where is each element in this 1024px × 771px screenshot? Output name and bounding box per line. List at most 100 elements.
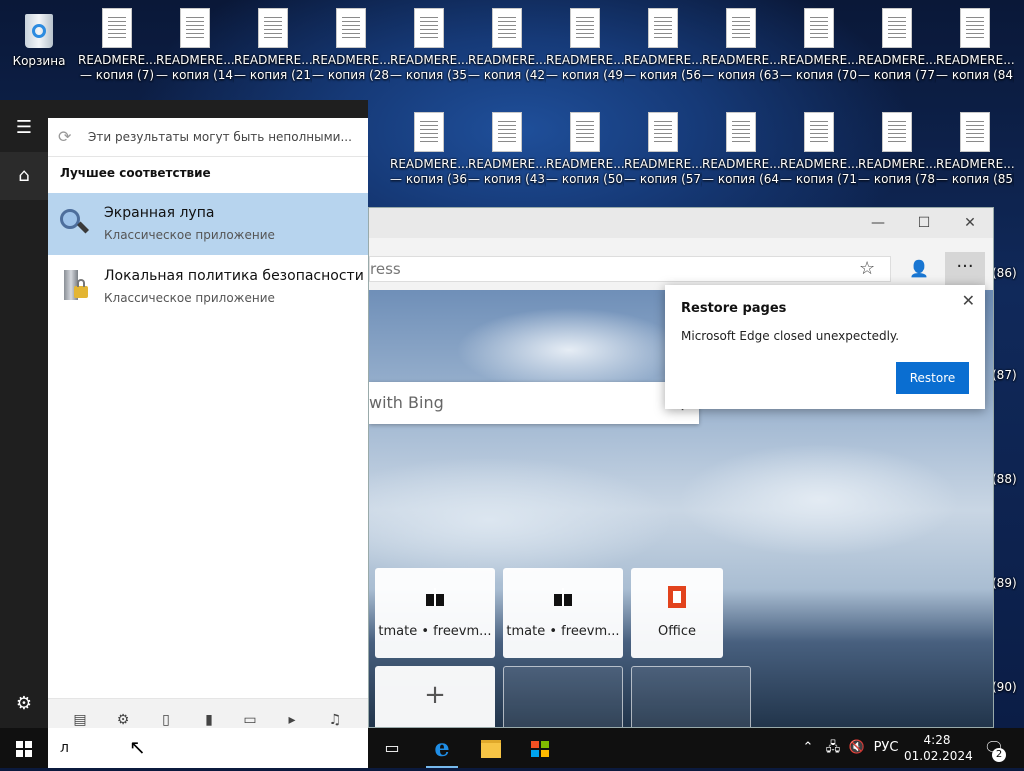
text-file-icon: [492, 8, 522, 48]
desktop-file-icon[interactable]: READMERE... — копия (49): [546, 8, 624, 83]
quick-link-tile-office[interactable]: Office: [631, 568, 723, 658]
desktop-file-icon[interactable]: READMERE... — копия (7): [78, 8, 156, 83]
quick-link-tile[interactable]: tmate • freevm...: [375, 568, 495, 658]
file-copy-label: — копия (36): [390, 172, 468, 186]
file-copy-label: — копия (63): [702, 68, 780, 82]
taskbar-search-box[interactable]: л ↖: [48, 728, 368, 768]
empty-tile: [631, 666, 751, 727]
file-name: READMERE...: [312, 53, 390, 67]
file-copy-label: — копия (57): [624, 172, 702, 186]
address-bar[interactable]: ress: [369, 256, 891, 282]
quick-link-label: tmate • freevm...: [378, 624, 492, 639]
desktop-file-icon[interactable]: READMERE... — копия (57): [624, 112, 702, 187]
desktop-file-icon[interactable]: READMERE... — копия (78): [858, 112, 936, 187]
volume-muted-icon[interactable]: 🔇: [846, 728, 868, 768]
file-name: READMERE...: [234, 53, 312, 67]
desktop-file-icon-partial[interactable]: (89): [992, 576, 1024, 591]
file-copy-label: — копия (49): [546, 68, 624, 82]
home-icon[interactable]: ⌂: [0, 152, 48, 200]
edge-titlebar[interactable]: — ☐ ✕: [369, 208, 993, 238]
bing-search-placeholder: with Bing: [369, 393, 444, 412]
taskbar: л ↖ ▭ e ⌃ 🖧 🔇 РУС 4:28 01.02.2024 🗨 2: [0, 728, 1024, 768]
file-copy-label: — копия (35): [390, 68, 468, 82]
text-file-icon: [804, 112, 834, 152]
desktop-file-icon[interactable]: READMERE... — копия (64): [702, 112, 780, 187]
text-file-icon: [726, 112, 756, 152]
file-explorer-button[interactable]: [467, 728, 515, 768]
plus-icon: +: [424, 680, 446, 710]
desktop-file-icon[interactable]: READMERE... — копия (50): [546, 112, 624, 187]
desktop-file-icon[interactable]: READMERE... — копия (63): [702, 8, 780, 83]
text-file-icon: [414, 112, 444, 152]
result-item-security-policy[interactable]: Локальная политика безопасности Классиче…: [48, 256, 368, 318]
desktop-file-icon[interactable]: READMERE... — копия (85): [936, 112, 1014, 187]
profile-icon[interactable]: 👤: [907, 256, 931, 282]
desktop-file-icon[interactable]: READMERE... — копия (84): [936, 8, 1014, 83]
result-type: Классическое приложение: [104, 228, 275, 242]
clock[interactable]: 4:28 01.02.2024: [904, 732, 973, 764]
minimize-button[interactable]: —: [855, 208, 901, 238]
desktop-file-icon-partial[interactable]: (88): [992, 472, 1024, 487]
hamburger-menu-icon[interactable]: ☰: [0, 104, 48, 152]
more-options-button[interactable]: ···: [945, 252, 985, 286]
edge-taskbar-button[interactable]: e: [418, 728, 466, 768]
file-copy-label: — копия (14): [156, 68, 234, 82]
file-name: READMERE...: [936, 157, 1014, 171]
desktop-file-icon[interactable]: READMERE... — копия (21): [234, 8, 312, 83]
file-copy-label: — копия (77): [858, 68, 936, 82]
store-button[interactable]: [516, 728, 564, 768]
desktop-file-icon[interactable]: READMERE... — копия (42): [468, 8, 546, 83]
task-view-button[interactable]: ▭: [368, 728, 416, 768]
desktop-file-icon[interactable]: READMERE... — копия (56): [624, 8, 702, 83]
maximize-button[interactable]: ☐: [901, 208, 947, 238]
file-name: READMERE...: [78, 53, 156, 67]
desktop-file-icon[interactable]: READMERE... — копия (77): [858, 8, 936, 83]
security-policy-app-icon: [60, 270, 90, 302]
best-match-heading: Лучшее соответствие: [60, 166, 211, 180]
start-rail: ☰ ⌂ ⚙: [0, 100, 48, 728]
desktop-file-icon[interactable]: READMERE... — копия (71): [780, 112, 858, 187]
recycle-bin-icon[interactable]: Корзина: [0, 8, 78, 69]
text-file-icon: [726, 8, 756, 48]
desktop-file-icon[interactable]: READMERE... — копия (70): [780, 8, 858, 83]
settings-gear-icon[interactable]: ⚙: [0, 680, 48, 728]
network-icon[interactable]: 🖧: [822, 728, 844, 768]
result-name: Локальная политика безопасности: [104, 268, 364, 284]
file-name: READMERE...: [156, 53, 234, 67]
text-file-icon: [414, 8, 444, 48]
quick-link-label: tmate • freevm...: [506, 624, 620, 639]
close-window-button[interactable]: ✕: [947, 208, 993, 238]
text-file-icon: [180, 8, 210, 48]
text-file-icon: [648, 8, 678, 48]
restore-button[interactable]: Restore: [896, 362, 969, 394]
desktop-file-icon[interactable]: READMERE... — копия (14): [156, 8, 234, 83]
bing-search-box[interactable]: with Bing ⚲: [369, 382, 699, 424]
empty-tile: [503, 666, 623, 727]
text-file-icon: [258, 8, 288, 48]
result-name: Экранная лупа: [104, 205, 215, 221]
text-file-icon: [570, 8, 600, 48]
desktop-file-icon[interactable]: READMERE... — копия (35): [390, 8, 468, 83]
file-copy-label: — копия (64): [702, 172, 780, 186]
file-name: READMERE...: [546, 157, 624, 171]
show-hidden-icons-chevron-icon[interactable]: ⌃: [798, 728, 818, 768]
file-name: READMERE...: [936, 53, 1014, 67]
desktop-file-icon[interactable]: READMERE... — копия (36): [390, 112, 468, 187]
file-copy-label: (89): [992, 576, 1017, 590]
language-indicator[interactable]: РУС: [870, 728, 902, 768]
desktop-file-icon-partial[interactable]: (90): [992, 680, 1024, 695]
close-icon[interactable]: ✕: [962, 291, 975, 310]
text-file-icon: [336, 8, 366, 48]
text-file-icon: [570, 112, 600, 152]
favorite-star-icon[interactable]: ☆: [859, 256, 875, 282]
start-button[interactable]: [0, 728, 48, 768]
store-icon: [531, 740, 549, 757]
desktop-file-icon-partial[interactable]: (86): [992, 266, 1024, 281]
file-copy-label: — копия (50): [546, 172, 624, 186]
desktop-file-icon[interactable]: READMERE... — копия (43): [468, 112, 546, 187]
result-item-magnifier[interactable]: Экранная лупа Классическое приложение: [48, 193, 368, 255]
desktop-file-icon[interactable]: READMERE... — копия (28): [312, 8, 390, 83]
quick-link-tile[interactable]: tmate • freevm...: [503, 568, 623, 658]
desktop-file-icon-partial[interactable]: (87): [992, 368, 1024, 383]
add-quick-link-tile[interactable]: +: [375, 666, 495, 727]
